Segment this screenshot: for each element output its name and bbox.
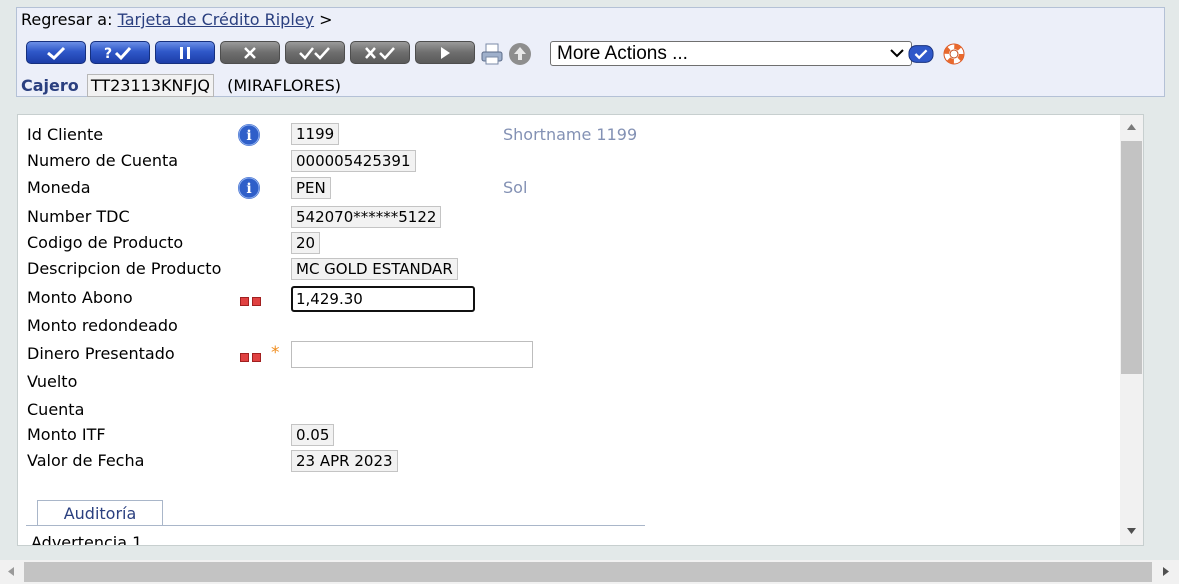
scroll-right-icon[interactable] (1162, 566, 1170, 577)
breadcrumb-prefix: Regresar a: (21, 10, 113, 29)
numero-cuenta-value: 000005425391 (291, 150, 416, 172)
monto-itf-value: 0.05 (291, 424, 335, 446)
numero-cuenta-label: Numero de Cuenta (27, 151, 179, 170)
scroll-up-icon[interactable] (1126, 123, 1137, 131)
print-button[interactable] (479, 41, 505, 67)
number-tdc-label: Number TDC (27, 207, 130, 226)
breadcrumb-separator: > (319, 10, 333, 29)
id-cliente-value: 1199 (291, 123, 340, 145)
play-icon (441, 46, 450, 59)
lifebuoy-icon (943, 43, 965, 65)
valor-fecha-label: Valor de Fecha (27, 451, 145, 470)
cuenta-label: Cuenta (27, 400, 85, 419)
upload-icon (509, 43, 531, 65)
moneda-value: PEN (291, 177, 331, 199)
advertencia-label: Advertencia 1 (31, 533, 143, 546)
vuelto-label: Vuelto (27, 372, 78, 391)
next-button[interactable] (415, 41, 475, 64)
monto-abono-input[interactable]: 1,429.30 (291, 286, 475, 312)
question-check-icon: ? (104, 46, 132, 61)
number-tdc-value: 542070******5122 (291, 206, 442, 228)
vertical-scroll-thumb[interactable] (1121, 141, 1142, 374)
more-actions-select[interactable]: More Actions ... (550, 41, 912, 66)
transaction-header: Regresar a: Tarjeta de Crédito Ripley > … (16, 7, 1165, 97)
info-icon[interactable]: i (237, 176, 261, 200)
tab-auditoria[interactable]: Auditoría (37, 500, 163, 526)
required-star: * (271, 343, 280, 363)
dinero-presentado-label: Dinero Presentado (27, 344, 175, 363)
breadcrumb: Regresar a: Tarjeta de Crédito Ripley > (21, 10, 333, 29)
printer-icon (481, 43, 503, 65)
check-icon (47, 46, 66, 60)
check-circle-icon (908, 45, 934, 63)
cashier-id: TT23113KNFJQ (86, 74, 214, 97)
amount-helper-icon[interactable] (240, 297, 264, 307)
info-icon[interactable]: i (237, 123, 261, 147)
dinero-presentado-input[interactable] (291, 341, 533, 368)
id-cliente-label: Id Cliente (27, 125, 104, 144)
svg-text:?: ? (104, 46, 112, 61)
chevron-down-icon (890, 49, 904, 58)
valor-fecha-value: 23 APR 2023 (291, 450, 398, 472)
help-button[interactable] (941, 41, 967, 67)
svg-text:i: i (246, 128, 251, 144)
close-icon (244, 46, 256, 59)
scroll-down-icon[interactable] (1126, 527, 1137, 535)
cashier-label: Cajero (21, 76, 79, 95)
shortname-text: Shortname 1199 (503, 125, 638, 144)
amount-helper-icon[interactable] (240, 353, 264, 363)
authorise-button[interactable] (285, 41, 345, 64)
upload-button[interactable] (507, 41, 533, 67)
pause-icon (180, 46, 190, 59)
svg-text:i: i (246, 181, 251, 197)
go-button[interactable] (908, 41, 934, 67)
validate-button[interactable]: ? (90, 41, 150, 64)
breadcrumb-link[interactable]: Tarjeta de Crédito Ripley (118, 10, 315, 29)
descripcion-producto-value: MC GOLD ESTANDAR (291, 258, 458, 280)
form-panel: Id Cliente i 1199 Shortname 1199 Numero … (17, 114, 1144, 546)
more-actions-value: More Actions ... (557, 43, 688, 64)
monto-abono-label: Monto Abono (27, 288, 133, 307)
x-check-icon (365, 46, 395, 60)
tab-divider (26, 525, 645, 526)
moneda-label: Moneda (27, 178, 91, 197)
codigo-producto-label: Codigo de Producto (27, 233, 184, 252)
codigo-producto-value: 20 (291, 232, 321, 254)
scroll-left-icon[interactable] (7, 566, 15, 577)
cashier-info: Cajero TT23113KNFJQ (MIRAFLORES) (21, 74, 341, 97)
monto-itf-label: Monto ITF (27, 425, 106, 444)
cashier-branch: (MIRAFLORES) (227, 76, 342, 95)
descripcion-producto-label: Descripcion de Producto (27, 259, 222, 278)
hold-button[interactable] (155, 41, 215, 64)
currency-name-text: Sol (503, 178, 528, 197)
monto-redondeado-label: Monto redondeado (27, 316, 178, 335)
vertical-scrollbar[interactable] (1120, 115, 1143, 545)
horizontal-scrollbar[interactable] (0, 560, 1179, 584)
commit-button[interactable] (26, 41, 86, 64)
delete-button[interactable] (220, 41, 280, 64)
reverse-button[interactable] (350, 41, 410, 64)
horizontal-scroll-thumb[interactable] (24, 562, 1152, 582)
double-check-icon (299, 46, 330, 60)
